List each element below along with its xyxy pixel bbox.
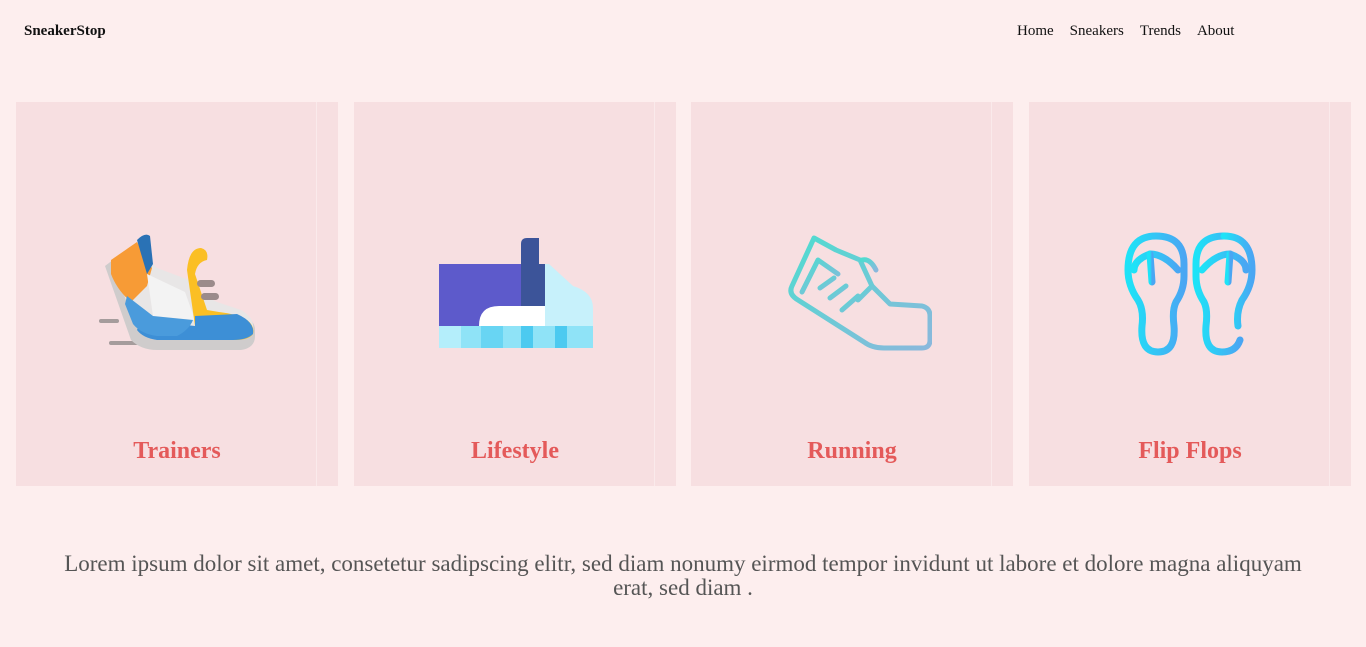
nav-home[interactable]: Home bbox=[1017, 23, 1054, 40]
category-label-running: Running bbox=[807, 438, 897, 464]
main-nav: Home Sneakers Trends About bbox=[1017, 23, 1234, 40]
nav-sneakers[interactable]: Sneakers bbox=[1070, 23, 1124, 40]
trainer-shoe-icon bbox=[97, 230, 257, 360]
category-card-lifestyle[interactable]: Lifestyle bbox=[354, 102, 676, 486]
category-cards: Trainers Lifestyle Running Flip Flops bbox=[16, 102, 1351, 486]
nav-trends[interactable]: Trends bbox=[1140, 23, 1181, 40]
running-shoe-icon bbox=[772, 230, 932, 360]
brand-logo[interactable]: SneakerStop bbox=[24, 23, 106, 40]
category-label-flip-flops: Flip Flops bbox=[1138, 438, 1242, 464]
flip-flops-icon bbox=[1110, 230, 1270, 360]
category-label-lifestyle: Lifestyle bbox=[471, 438, 559, 464]
site-header: SneakerStop Home Sneakers Trends About bbox=[0, 0, 1366, 64]
high-top-shoe-icon bbox=[435, 230, 595, 360]
category-card-trainers[interactable]: Trainers bbox=[16, 102, 338, 486]
nav-about[interactable]: About bbox=[1197, 23, 1235, 40]
category-card-running[interactable]: Running bbox=[691, 102, 1013, 486]
intro-text: Lorem ipsum dolor sit amet, consetetur s… bbox=[64, 551, 1302, 600]
category-card-flip-flops[interactable]: Flip Flops bbox=[1029, 102, 1351, 486]
category-label-trainers: Trainers bbox=[133, 438, 221, 464]
